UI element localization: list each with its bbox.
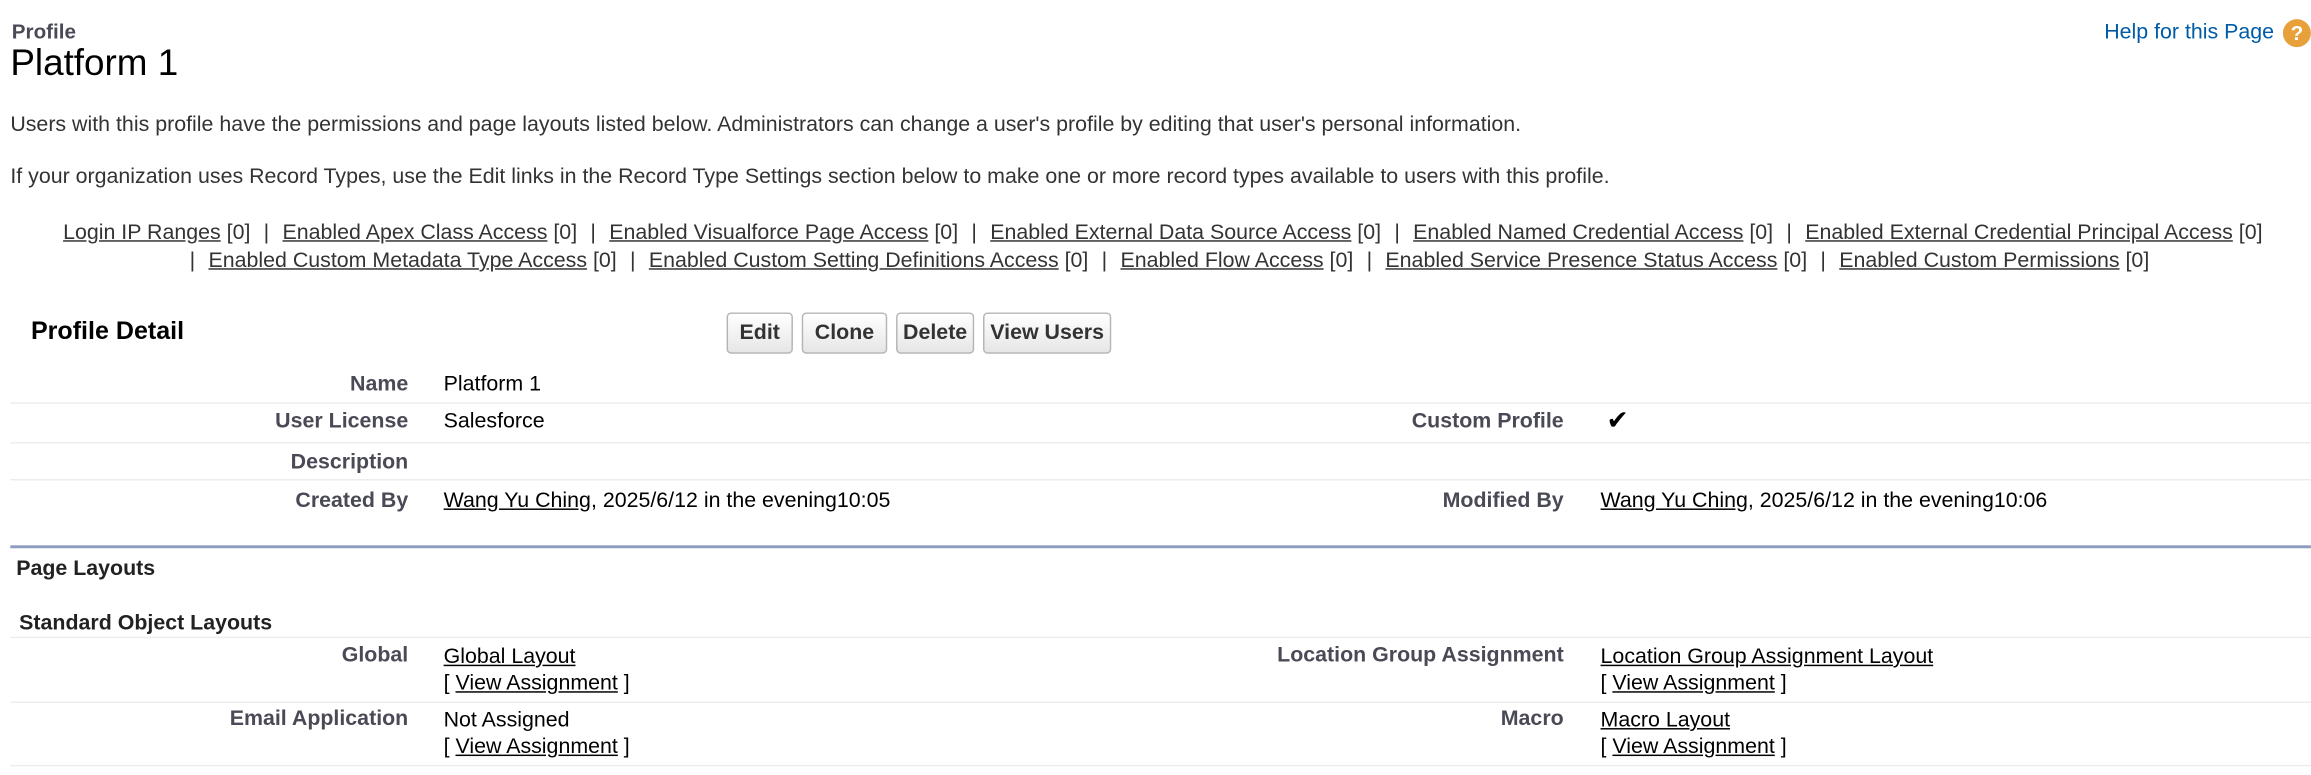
related-link-custom-permissions[interactable]: Enabled Custom Permissions [0] <box>1839 249 2149 273</box>
row-divider <box>10 636 2311 639</box>
row-divider <box>10 701 2311 704</box>
help-link[interactable]: Help for this Page <box>2104 21 2274 45</box>
layout-label-macro: Macro <box>1500 707 1564 732</box>
view-assignment-link[interactable]: View Assignment <box>1612 735 1774 759</box>
question-icon[interactable]: ? <box>2282 19 2311 48</box>
standard-object-layouts-title: Standard Object Layouts <box>19 611 273 636</box>
description-label: Description <box>290 450 409 475</box>
related-link-login-ip[interactable]: Login IP Ranges [0] <box>63 221 250 245</box>
link-separator: | <box>1366 249 1373 273</box>
link-separator: | <box>1786 221 1792 245</box>
related-link-external-data-source[interactable]: Enabled External Data Source Access [0] <box>990 221 1381 245</box>
created-by-user-link[interactable]: Wang Yu Ching <box>444 489 591 513</box>
layout-value-macro: Macro Layout [ View Assignment ] <box>1600 708 1787 760</box>
user-license-value: Salesforce <box>443 409 545 434</box>
related-link-custom-setting[interactable]: Enabled Custom Setting Definitions Acces… <box>649 249 1089 273</box>
name-value: Platform 1 <box>443 372 542 397</box>
layout-label-location-group: Location Group Assignment <box>1277 644 1564 668</box>
view-assignment-link[interactable]: View Assignment <box>1612 672 1774 696</box>
link-separator: | <box>1820 249 1826 273</box>
modified-by-value: Wang Yu Ching, 2025/6/12 in the evening1… <box>1600 489 2048 513</box>
related-link-apex-class[interactable]: Enabled Apex Class Access [0] <box>283 221 578 245</box>
layout-value-email-application: Not Assigned [ View Assignment ] <box>443 708 630 760</box>
link-separator: | <box>1101 249 1108 273</box>
delete-button[interactable]: Delete <box>896 312 975 354</box>
name-label: Name <box>350 372 409 397</box>
macro-layout-link[interactable]: Macro Layout <box>1601 709 1730 733</box>
row-divider <box>10 478 2311 481</box>
intro-text-2: If your organization uses Record Types, … <box>10 165 1610 189</box>
related-link-named-credential[interactable]: Enabled Named Credential Access [0] <box>1413 221 1773 245</box>
layout-value-global: Global Layout [ View Assignment ] <box>443 645 630 696</box>
modified-by-user-link[interactable]: Wang Yu Ching <box>1601 489 1748 513</box>
related-link-service-presence[interactable]: Enabled Service Presence Status Access [… <box>1385 249 1807 273</box>
global-layout-link[interactable]: Global Layout <box>444 646 576 670</box>
checkmark-icon: ✔ <box>1606 405 1629 435</box>
related-links: Login IP Ranges [0] | Enabled Apex Class A… <box>22 220 2303 276</box>
layout-label-global: Global <box>341 644 409 668</box>
location-group-layout-link[interactable]: Location Group Assignment Layout <box>1601 646 1934 670</box>
modified-by-label: Modified By <box>1442 489 1564 513</box>
page-title: Platform 1 <box>10 42 179 85</box>
link-separator: | <box>630 249 636 273</box>
layout-value-location-group: Location Group Assignment Layout [ View … <box>1600 645 1934 696</box>
related-link-flow[interactable]: Enabled Flow Access [0] <box>1120 249 1353 273</box>
breadcrumb: Profile <box>11 19 77 43</box>
intro-text-1: Users with this profile have the permiss… <box>10 113 1522 138</box>
link-separator: | <box>971 221 977 245</box>
row-divider <box>10 764 2311 767</box>
custom-profile-label: Custom Profile <box>1411 409 1564 434</box>
clone-button[interactable]: Clone <box>801 312 888 354</box>
section-divider <box>10 545 2311 549</box>
user-license-label: User License <box>275 409 409 434</box>
related-link-visualforce[interactable]: Enabled Visualforce Page Access [0] <box>609 221 958 245</box>
link-separator: | <box>590 221 596 245</box>
view-users-button[interactable]: View Users <box>983 312 1112 354</box>
link-separator: | <box>1394 221 1400 245</box>
row-divider <box>10 402 2311 404</box>
profile-page: Profile Platform 1 Help for this Page ? … <box>0 0 2311 775</box>
link-separator: | <box>189 249 196 273</box>
created-by-value: Wang Yu Ching, 2025/6/12 in the evening1… <box>443 489 891 513</box>
view-assignment-link[interactable]: View Assignment <box>455 735 617 759</box>
view-assignment-link[interactable]: View Assignment <box>455 672 617 696</box>
link-separator: | <box>263 221 270 245</box>
layout-label-email-application: Email Application <box>229 707 409 732</box>
created-by-label: Created By <box>295 489 409 513</box>
page-layouts-title: Page Layouts <box>16 557 156 581</box>
related-link-external-credential-principal[interactable]: Enabled External Credential Principal Ac… <box>1805 221 2262 245</box>
edit-button[interactable]: Edit <box>726 312 793 354</box>
profile-detail-title: Profile Detail <box>30 316 185 345</box>
related-link-custom-metadata[interactable]: Enabled Custom Metadata Type Access [0] <box>208 249 616 273</box>
row-divider <box>10 442 2311 444</box>
